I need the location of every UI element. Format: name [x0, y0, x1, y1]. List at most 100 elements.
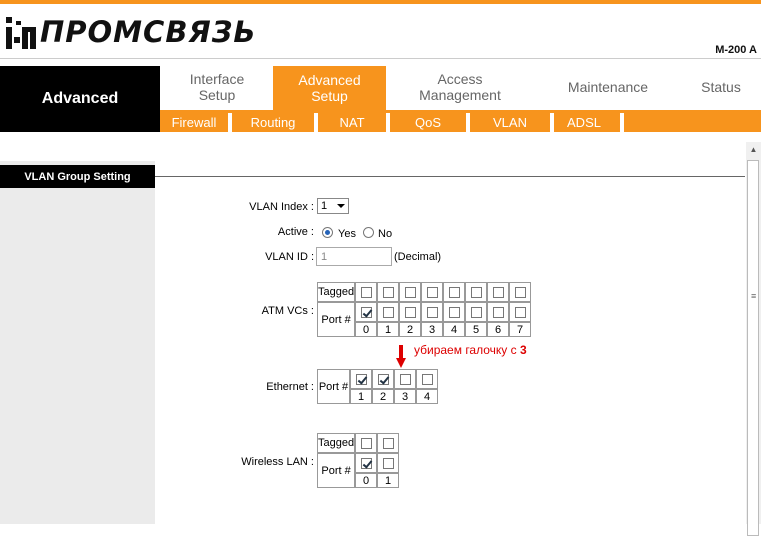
atm-tagged-5[interactable]: [465, 282, 488, 302]
vlan-id-label: VLAN ID :: [265, 251, 314, 263]
vlan-index-select[interactable]: 1: [317, 198, 349, 214]
checkbox[interactable]: [382, 437, 394, 449]
arrow-down-icon: [396, 345, 406, 368]
checkbox[interactable]: [448, 286, 460, 298]
atm-tagged-2[interactable]: [399, 282, 422, 302]
checkbox[interactable]: [360, 457, 372, 469]
atm-port-6[interactable]: [487, 302, 510, 322]
port-label: Port #: [317, 369, 350, 404]
active-yes-radio[interactable]: [322, 227, 333, 238]
checkbox[interactable]: [448, 306, 460, 318]
sidebar: [0, 161, 155, 524]
scroll-thumb[interactable]: ≡: [747, 160, 759, 536]
subtab-adsl[interactable]: ADSL: [554, 113, 614, 132]
port-number: 7: [509, 322, 532, 337]
atm-tagged-6[interactable]: [487, 282, 510, 302]
tab-interface-setup[interactable]: Interface Setup: [170, 66, 264, 108]
checkbox[interactable]: [382, 306, 394, 318]
port-number: 3: [394, 389, 416, 404]
atm-tagged-3[interactable]: [421, 282, 444, 302]
wlan-port-0[interactable]: [355, 453, 378, 473]
logo-text: ПРОМСВЯЗЬ: [40, 15, 257, 49]
checkbox[interactable]: [360, 306, 372, 318]
grip-icon: ≡: [751, 291, 757, 301]
checkbox[interactable]: [421, 373, 433, 385]
checkbox[interactable]: [360, 437, 372, 449]
active-label: Active :: [277, 226, 314, 238]
section-title: VLAN Group Setting: [0, 165, 155, 188]
tagged-label: Tagged: [317, 282, 356, 302]
checkbox[interactable]: [426, 306, 438, 318]
nav-section-title: Advanced: [0, 66, 160, 132]
checkbox[interactable]: [514, 306, 526, 318]
annotation-text: убираем галочку с 3: [414, 343, 527, 357]
atm-tagged-7[interactable]: [509, 282, 532, 302]
subtab-routing[interactable]: Routing: [232, 113, 314, 132]
eth-port-4[interactable]: [416, 369, 438, 389]
wlan-tagged-0[interactable]: [355, 433, 378, 453]
checkbox[interactable]: [404, 286, 416, 298]
checkbox[interactable]: [470, 306, 482, 318]
tab-label: Management: [419, 87, 501, 103]
active-no-radio[interactable]: [363, 227, 374, 238]
atm-port-2[interactable]: [399, 302, 422, 322]
checkbox[interactable]: [355, 373, 367, 385]
ethernet-label: Ethernet :: [266, 381, 314, 393]
checkbox[interactable]: [514, 286, 526, 298]
checkbox[interactable]: [360, 286, 372, 298]
tab-advanced-setup[interactable]: Advanced Setup: [273, 66, 386, 110]
checkbox[interactable]: [404, 306, 416, 318]
eth-port-1[interactable]: [350, 369, 372, 389]
vlan-index-value: 1: [321, 200, 328, 212]
subtab-vlan[interactable]: VLAN: [470, 113, 550, 132]
atm-port-5[interactable]: [465, 302, 488, 322]
port-number: 1: [377, 322, 400, 337]
checkbox[interactable]: [382, 286, 394, 298]
atm-port-4[interactable]: [443, 302, 466, 322]
wlan-port-1[interactable]: [377, 453, 400, 473]
subtab-separator: [620, 113, 624, 132]
atm-port-0[interactable]: [355, 302, 378, 322]
port-number: 2: [399, 322, 422, 337]
subtab-qos[interactable]: QoS: [390, 113, 466, 132]
scroll-up-icon[interactable]: ▲: [746, 142, 761, 157]
port-number: 5: [465, 322, 488, 337]
atm-tagged-1[interactable]: [377, 282, 400, 302]
port-number: 0: [355, 473, 378, 488]
port-number: 1: [350, 389, 372, 404]
atm-port-3[interactable]: [421, 302, 444, 322]
active-yes-label: Yes: [338, 228, 356, 240]
active-no-label: No: [378, 228, 393, 240]
eth-port-2[interactable]: [372, 369, 394, 389]
tagged-label: Tagged: [317, 433, 356, 453]
checkbox[interactable]: [399, 373, 411, 385]
atm-tagged-4[interactable]: [443, 282, 466, 302]
subtab-firewall[interactable]: Firewall: [160, 113, 228, 132]
atm-port-7[interactable]: [509, 302, 532, 322]
scrollbar[interactable]: ▲ ≡: [746, 142, 761, 536]
vlan-id-value: 1: [321, 250, 328, 263]
tab-label: Setup: [311, 88, 348, 104]
port-number: 4: [416, 389, 438, 404]
tab-label: Access: [437, 71, 483, 87]
main-tabs: Interface Setup Advanced Setup Access Manag…: [160, 66, 761, 110]
checkbox[interactable]: [492, 286, 504, 298]
eth-port-3[interactable]: [394, 369, 416, 389]
atm-tagged-0[interactable]: [355, 282, 378, 302]
checkbox[interactable]: [470, 286, 482, 298]
section-divider: [155, 176, 745, 177]
subtab-nat[interactable]: NAT: [318, 113, 386, 132]
chevron-down-icon: [337, 204, 345, 208]
wlan-tagged-1[interactable]: [377, 433, 400, 453]
checkbox[interactable]: [492, 306, 504, 318]
vlan-id-input[interactable]: 1: [316, 247, 392, 266]
tab-access-management[interactable]: Access Management: [405, 66, 515, 108]
checkbox[interactable]: [426, 286, 438, 298]
checkbox[interactable]: [377, 373, 389, 385]
tab-status[interactable]: Status: [690, 66, 752, 108]
atm-port-1[interactable]: [377, 302, 400, 322]
ethernet-table: Port # 1 2 3 4: [317, 369, 438, 404]
tab-maintenance[interactable]: Maintenance: [553, 66, 663, 108]
checkbox[interactable]: [382, 457, 394, 469]
top-accent-bar: [0, 0, 761, 4]
